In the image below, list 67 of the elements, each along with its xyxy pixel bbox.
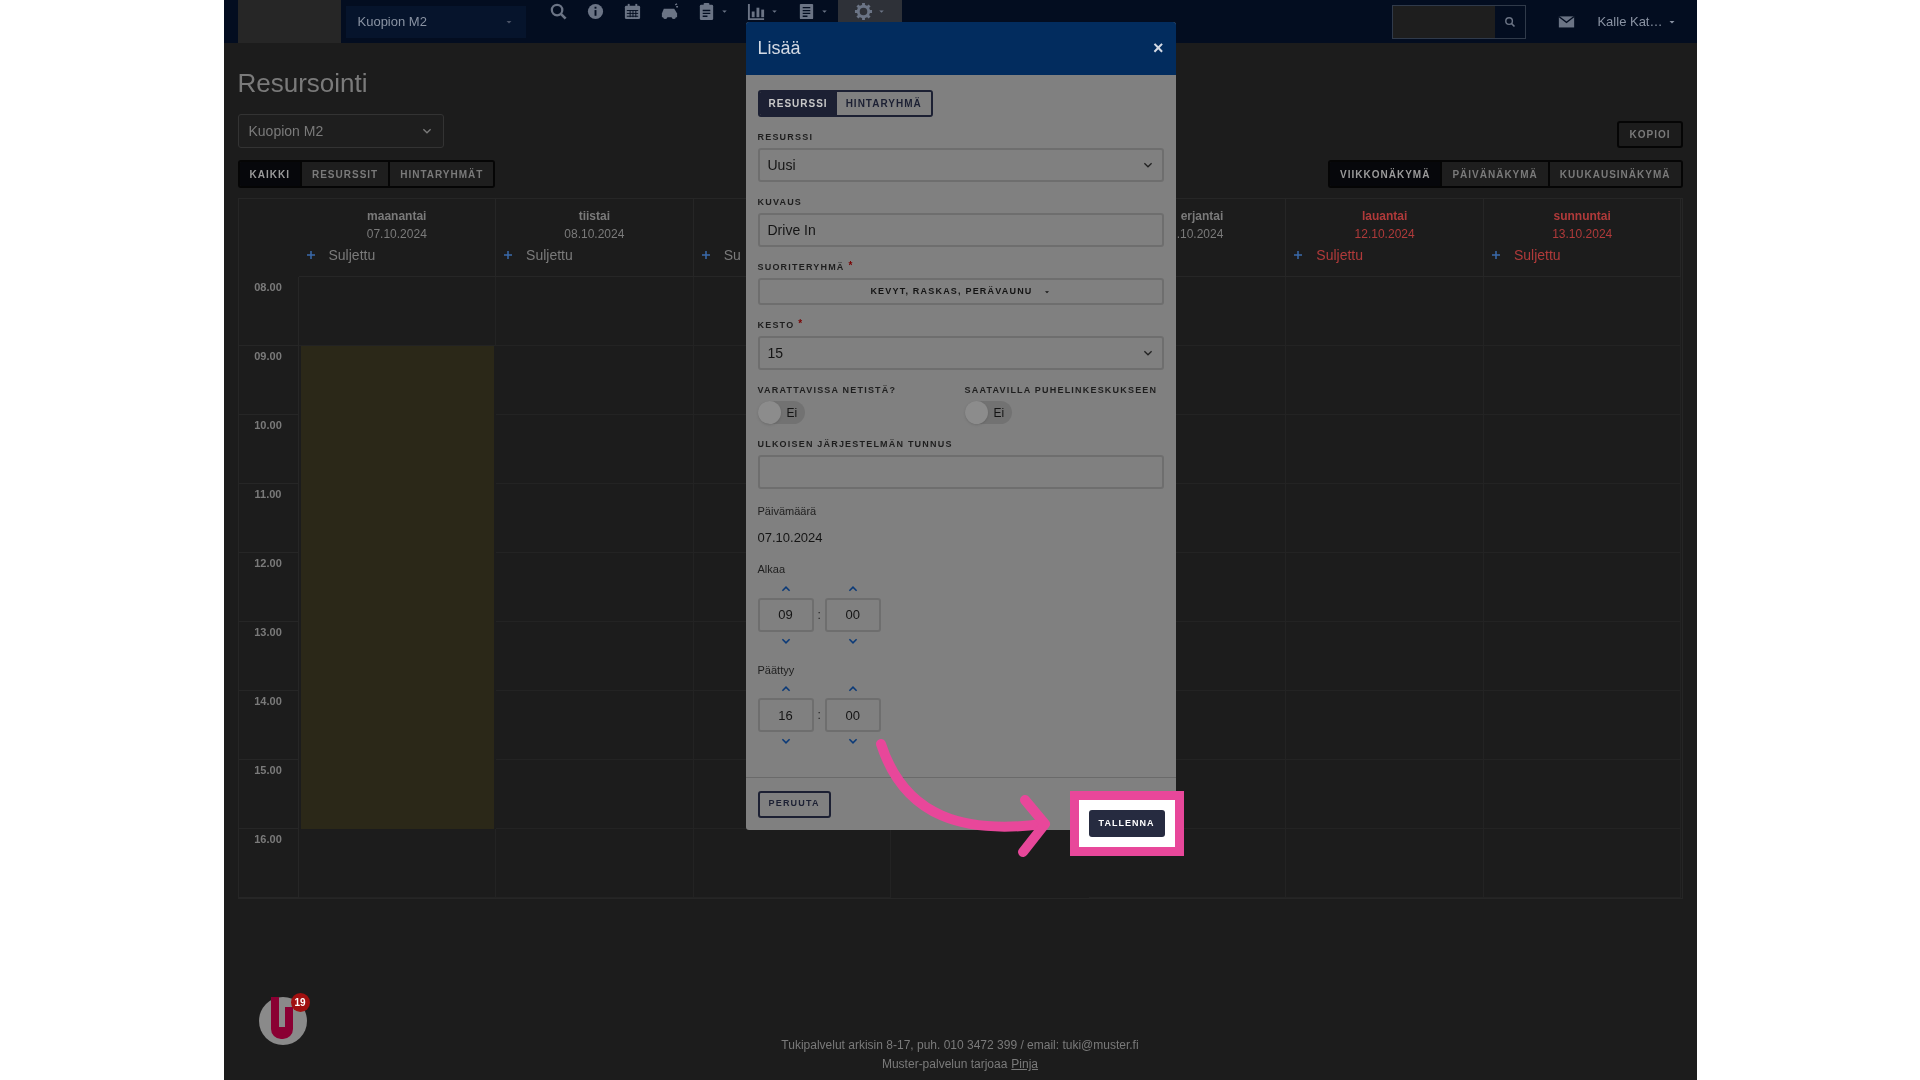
day-status: Suljettu [1316,246,1364,264]
provider-link[interactable]: Pinja [1011,1055,1039,1074]
close-button[interactable]: × [1153,35,1164,62]
select-field[interactable]: 15 [757,336,1164,370]
hour-label: 16.00 [254,832,282,847]
save-button[interactable]: TALLENNA [1088,810,1165,837]
filter-tab[interactable]: KAIKKI [239,162,300,186]
hour-label: 13.00 [254,625,282,640]
view-tab[interactable]: VIIKKONÄKYMÄ [1330,162,1441,186]
hour-label: 11.00 [254,487,282,502]
day-date: 12.10.2024 [1354,226,1415,243]
field-label: RESURSSI [757,131,814,143]
location-select[interactable]: Kuopion M2 [345,5,526,38]
day-date: 07.10.2024 [366,226,427,243]
modal-tab[interactable]: RESURSSI [759,92,837,115]
provider-text: Muster-palvelun tarjoaa [881,1056,1008,1073]
time-field[interactable]: 09 [757,597,814,632]
time-separator: : [817,707,821,724]
day-date: 08.10.2024 [564,226,625,243]
day-status: Suljettu [328,246,376,264]
hour-label: 12.00 [254,556,282,571]
cancel-button[interactable]: PERUUTA [757,790,831,818]
support-text: Tukipalvelut arkisin 8-17, puh. 010 3472 399 / email: tuki@muster.fi [781,1037,1139,1054]
view-tab[interactable]: KUUKAUSINÄKYMÄ [1547,162,1681,186]
field-label: ULKOISEN JÄRJESTELMÄN TUNNUS [757,438,953,450]
day-status: Suljettu [1513,246,1561,264]
required-mark: * [848,261,853,271]
hour-label: 08.00 [254,280,282,295]
hour-label: 14.00 [254,694,282,709]
modal-title: Lisää [757,37,801,60]
toggle-switch[interactable]: Ei [757,401,805,424]
time-separator: : [817,606,821,624]
hour-label: 10.00 [254,418,282,433]
day-name: maanantai [367,208,427,225]
time-field[interactable]: 00 [824,698,881,732]
day-date: 13.10.2024 [1552,226,1613,243]
day-name: sunnuntai [1553,208,1611,225]
user-menu[interactable]: Kalle Kat… [1597,11,1677,32]
day-date: .10.2024 [1176,226,1224,243]
field-label: KESTO [757,319,795,331]
field-label: KUVAUS [757,196,803,208]
filter-tab[interactable]: HINTARYHMÄT [388,162,494,186]
day-status: Su [723,246,741,264]
required-mark: * [798,319,803,329]
multiselect-dropdown[interactable]: KEVYT, RASKAS, PERÄVAUNU [757,278,1164,305]
field-label: SAATAVILLA PUHELINKESKUKSEEN [964,384,1159,396]
toggle-switch[interactable]: Ei [964,401,1012,424]
time-label: Päättyy [757,662,796,678]
notification-badge: 19 [290,993,310,1012]
copy-button[interactable]: KOPIOI [1617,121,1683,148]
time-field[interactable]: 00 [824,597,881,632]
day-status: Suljettu [526,246,573,264]
select-field[interactable]: Uusi [757,148,1164,182]
text-field[interactable]: Drive In [757,213,1164,247]
day-name: tiistai [578,208,610,225]
location-select[interactable]: Kuopion M2 [237,114,444,148]
time-field[interactable]: 16 [757,698,814,732]
page-title: Resursointi [237,67,369,99]
date-value: 07.10.2024 [757,528,824,547]
time-label: Alkaa [757,562,787,577]
day-name: erjantai [1180,208,1224,225]
date-label: Päivämäärä [757,504,818,519]
day-name: lauantai [1361,208,1408,225]
hour-label: 15.00 [254,763,282,778]
field-label: VARATTAVISSA NETISTÄ? [757,384,898,396]
field-label: SUORITERYHMÄ [757,261,845,273]
hour-label: 09.00 [254,349,282,364]
